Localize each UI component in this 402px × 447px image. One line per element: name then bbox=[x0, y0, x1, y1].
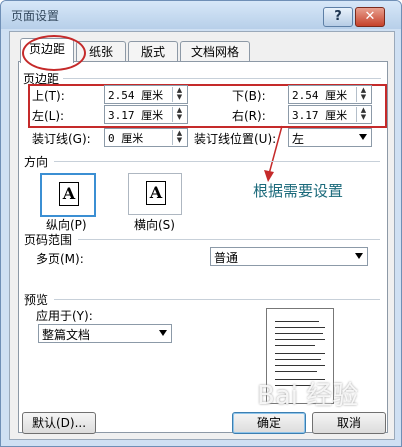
landscape-label[interactable]: 横向(S) bbox=[134, 216, 175, 233]
preview-line bbox=[275, 333, 323, 334]
portrait-icon: A bbox=[59, 182, 79, 206]
preview-line bbox=[275, 371, 317, 372]
watermark-logo: Bai 经验 bbox=[257, 381, 359, 411]
pages-section-label: 页码范围 bbox=[24, 233, 73, 247]
annotation-arrow-icon bbox=[264, 125, 283, 182]
multiple-pages-select[interactable]: 普通 bbox=[210, 247, 368, 266]
cancel-button[interactable]: 取消 bbox=[312, 412, 386, 434]
spinner-arrows-icon[interactable]: ▲ ▼ bbox=[172, 87, 186, 102]
divider bbox=[54, 161, 380, 162]
default-button[interactable]: 默认(D)... bbox=[22, 412, 96, 434]
preview-line bbox=[275, 353, 325, 354]
divider bbox=[54, 299, 380, 300]
chevron-down-icon[interactable] bbox=[359, 134, 367, 140]
bottom-margin-label: 下(B): bbox=[232, 89, 266, 103]
divider bbox=[63, 78, 381, 79]
chevron-down-icon[interactable] bbox=[159, 330, 167, 336]
bottom-margin-spinner[interactable]: 2.54 厘米 ▲ ▼ bbox=[288, 85, 372, 104]
gutter-position-select[interactable]: 左 bbox=[288, 128, 372, 147]
landscape-icon: A bbox=[146, 181, 166, 205]
apply-to-select[interactable]: 整篇文档 bbox=[38, 324, 172, 343]
left-margin-label: 左(L): bbox=[32, 109, 65, 123]
chevron-down-icon[interactable] bbox=[355, 253, 363, 259]
help-button[interactable]: ? bbox=[323, 7, 353, 27]
landscape-option[interactable]: A bbox=[128, 173, 182, 215]
spinner-arrows-icon[interactable]: ▲ ▼ bbox=[172, 130, 186, 145]
tab-layout[interactable]: 版式 bbox=[128, 41, 178, 62]
preview-line bbox=[275, 345, 315, 346]
close-button[interactable]: ✕ bbox=[355, 7, 385, 27]
right-margin-label: 右(R): bbox=[232, 109, 266, 123]
top-margin-label: 上(T): bbox=[32, 89, 65, 103]
apply-to-label: 应用于(Y): bbox=[36, 309, 93, 323]
preview-line bbox=[275, 321, 319, 322]
divider bbox=[78, 239, 380, 240]
right-margin-spinner[interactable]: 3.17 厘米 ▲ ▼ bbox=[288, 105, 372, 124]
page-setup-dialog: 页面设置 ? ✕ 页边距 纸张 版式 文档网格 页边距 上(T): 2.54 厘… bbox=[0, 0, 402, 447]
gutter-label: 装订线(G): bbox=[32, 132, 91, 146]
annotation-text: 根据需要设置 bbox=[253, 182, 344, 200]
portrait-option[interactable]: A bbox=[40, 173, 96, 217]
preview-line bbox=[275, 327, 325, 328]
highlight-ellipse bbox=[22, 35, 86, 71]
preview-line bbox=[275, 359, 321, 360]
preview-line bbox=[275, 339, 325, 340]
top-margin-spinner[interactable]: 2.54 厘米 ▲ ▼ bbox=[104, 85, 188, 104]
spinner-arrows-icon[interactable]: ▲ ▼ bbox=[356, 87, 370, 102]
spinner-arrows-icon[interactable]: ▲ ▼ bbox=[356, 107, 370, 122]
tab-document-grid[interactable]: 文档网格 bbox=[180, 41, 250, 62]
spinner-arrows-icon[interactable]: ▲ ▼ bbox=[172, 107, 186, 122]
left-margin-spinner[interactable]: 3.17 厘米 ▲ ▼ bbox=[104, 105, 188, 124]
title-bar: 页面设置 ? ✕ bbox=[1, 1, 401, 29]
preview-line bbox=[275, 365, 325, 366]
gutter-spinner[interactable]: 0 厘米 ▲ ▼ bbox=[104, 128, 188, 147]
ok-button[interactable]: 确定 bbox=[232, 412, 306, 434]
preview-section-label: 预览 bbox=[24, 293, 49, 307]
multiple-pages-label: 多页(M): bbox=[36, 252, 84, 266]
orientation-section-label: 方向 bbox=[24, 155, 49, 169]
window-title: 页面设置 bbox=[11, 9, 60, 23]
